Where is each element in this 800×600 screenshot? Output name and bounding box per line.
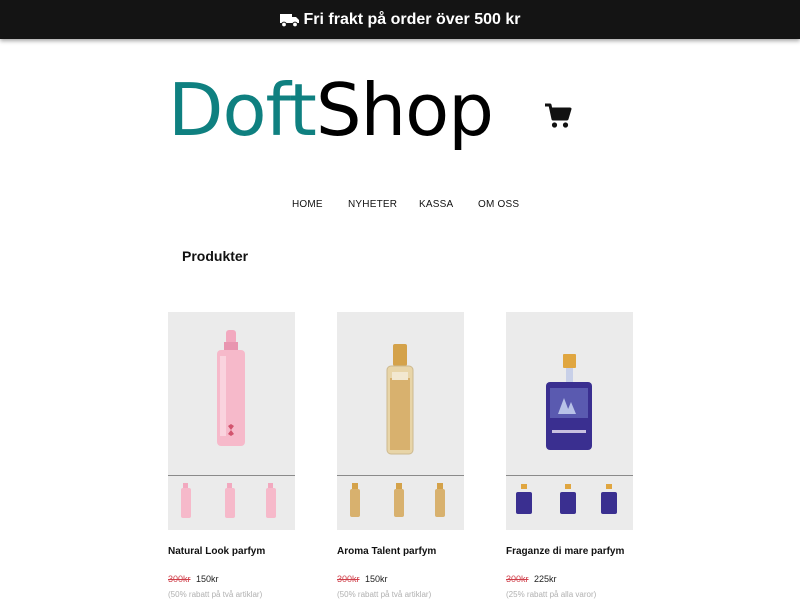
- product-card: Natural Look parfym 300kr 150kr (50% rab…: [168, 312, 295, 599]
- blue-perfume-bottle-icon: [546, 354, 592, 450]
- pink-bottle-thumbnail[interactable]: [168, 476, 204, 530]
- product-image[interactable]: [506, 312, 633, 476]
- pink-bottle-thumbnail[interactable]: [212, 476, 248, 530]
- gold-bottle-thumbnail[interactable]: [337, 476, 373, 530]
- gold-bottle-thumbnail[interactable]: [381, 476, 417, 530]
- banner-text: Fri frakt på order över 500 kr: [303, 10, 521, 28]
- logo-part-shop: Shop: [315, 68, 494, 152]
- product-image[interactable]: [168, 312, 295, 476]
- discount-note: (50% rabatt på två artiklar): [168, 590, 263, 599]
- thumbnail-strip: [506, 476, 633, 530]
- gold-bottle-thumbnail[interactable]: [422, 476, 458, 530]
- thumbnail-strip: [337, 476, 464, 530]
- section-title: Produkter: [182, 248, 249, 264]
- main-nav: HOME NYHETER KASSA OM OSS: [0, 199, 800, 211]
- price: 150kr: [365, 574, 388, 584]
- nav-nyheter[interactable]: NYHETER: [348, 199, 397, 210]
- logo-part-doft: Doft: [168, 68, 317, 152]
- free-shipping-banner: Fri frakt på order över 500 kr: [0, 0, 800, 39]
- nav-home[interactable]: HOME: [292, 199, 323, 210]
- old-price: 300kr: [337, 574, 360, 584]
- old-price: 300kr: [168, 574, 191, 584]
- pink-bottle-thumbnail[interactable]: [253, 476, 289, 530]
- blue-bottle-thumbnail[interactable]: [550, 476, 586, 530]
- product-name[interactable]: Aroma Talent parfym: [337, 546, 436, 557]
- product-card: Aroma Talent parfym 300kr 150kr (50% rab…: [337, 312, 464, 599]
- blue-bottle-thumbnail[interactable]: [506, 476, 542, 530]
- nav-kassa[interactable]: KASSA: [419, 199, 453, 210]
- thumbnail-strip: [168, 476, 295, 530]
- gold-perfume-bottle-icon: [386, 344, 414, 455]
- truck-icon: [279, 13, 299, 27]
- nav-om-oss[interactable]: OM OSS: [478, 199, 519, 210]
- discount-note: (25% rabatt på alla varor): [506, 590, 597, 599]
- product-image[interactable]: [337, 312, 464, 476]
- product-name[interactable]: Natural Look parfym: [168, 546, 265, 557]
- price: 150kr: [196, 574, 219, 584]
- blue-bottle-thumbnail[interactable]: [591, 476, 627, 530]
- discount-note: (50% rabatt på två artiklar): [337, 590, 432, 599]
- product-name[interactable]: Fraganze di mare parfym: [506, 546, 624, 557]
- site-logo[interactable]: DoftShop: [168, 68, 494, 152]
- price: 225kr: [534, 574, 557, 584]
- pink-spray-bottle-icon: [217, 330, 245, 446]
- product-card: Fraganze di mare parfym 300kr 225kr (25%…: [506, 312, 633, 599]
- old-price: 300kr: [506, 574, 529, 584]
- cart-icon[interactable]: [544, 102, 572, 130]
